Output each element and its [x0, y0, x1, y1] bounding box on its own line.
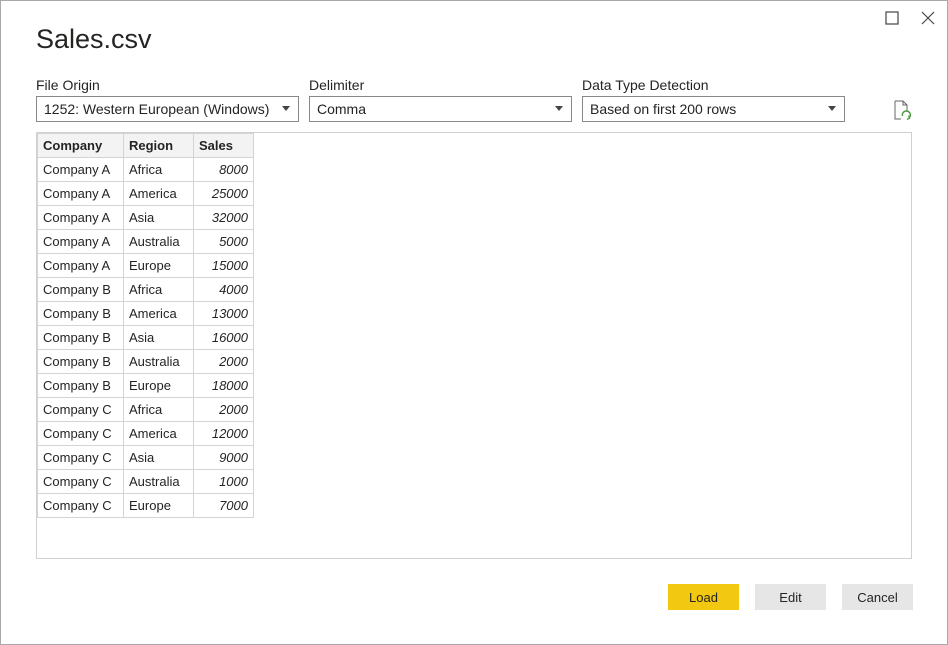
cell-sales: 32000	[193, 205, 254, 230]
delimiter-label: Delimiter	[309, 77, 365, 93]
table-row: Company C Africa 2000	[37, 397, 254, 422]
cell-sales: 2000	[193, 349, 254, 374]
cell-company: Company B	[37, 277, 124, 302]
chevron-down-icon	[282, 106, 290, 111]
cell-company: Company B	[37, 373, 124, 398]
table-row: Company A Europe 15000	[37, 253, 254, 278]
delimiter-value: Comma	[317, 101, 367, 117]
cell-company: Company C	[37, 445, 124, 470]
cell-region: Africa	[123, 157, 194, 182]
cell-region: Australia	[123, 349, 194, 374]
cell-company: Company B	[37, 349, 124, 374]
cancel-button[interactable]: Cancel	[842, 584, 913, 610]
cell-sales: 12000	[193, 421, 254, 446]
cell-region: Asia	[123, 445, 194, 470]
cell-region: Europe	[123, 373, 194, 398]
table-row: Company B Asia 16000	[37, 325, 254, 350]
table-row: Company C Asia 9000	[37, 445, 254, 470]
cell-sales: 16000	[193, 325, 254, 350]
chevron-down-icon	[828, 106, 836, 111]
table-row: Company A Africa 8000	[37, 157, 254, 182]
refresh-icon[interactable]	[892, 99, 912, 121]
cell-company: Company B	[37, 325, 124, 350]
cell-sales: 25000	[193, 181, 254, 206]
cell-sales: 9000	[193, 445, 254, 470]
table-row: Company B Europe 18000	[37, 373, 254, 398]
table-row: Company B Australia 2000	[37, 349, 254, 374]
cell-region: Africa	[123, 277, 194, 302]
cell-company: Company A	[37, 181, 124, 206]
data-preview-table: Company Region Sales Company A Africa 8000…	[37, 133, 254, 518]
table-row: Company A Asia 32000	[37, 205, 254, 230]
maximize-icon[interactable]	[882, 8, 902, 28]
cell-region: Europe	[123, 253, 194, 278]
cell-company: Company C	[37, 469, 124, 494]
load-button[interactable]: Load	[668, 584, 739, 610]
table-row: Company C Europe 7000	[37, 493, 254, 518]
cell-region: America	[123, 181, 194, 206]
cell-sales: 5000	[193, 229, 254, 254]
cell-company: Company C	[37, 493, 124, 518]
cell-sales: 18000	[193, 373, 254, 398]
chevron-down-icon	[555, 106, 563, 111]
cell-company: Company A	[37, 157, 124, 182]
cell-region: America	[123, 301, 194, 326]
table-row: Company B Africa 4000	[37, 277, 254, 302]
cell-region: Asia	[123, 325, 194, 350]
column-header-sales: Sales	[193, 133, 254, 158]
cell-region: Australia	[123, 469, 194, 494]
cell-sales: 7000	[193, 493, 254, 518]
cell-company: Company C	[37, 397, 124, 422]
cell-company: Company A	[37, 229, 124, 254]
file-origin-label: File Origin	[36, 77, 100, 93]
table-row: Company C Australia 1000	[37, 469, 254, 494]
close-icon[interactable]	[918, 8, 938, 28]
cell-company: Company B	[37, 301, 124, 326]
cell-region: America	[123, 421, 194, 446]
table-row: Company B America 13000	[37, 301, 254, 326]
cell-company: Company A	[37, 205, 124, 230]
cell-company: Company C	[37, 421, 124, 446]
cell-sales: 2000	[193, 397, 254, 422]
column-header-company: Company	[37, 133, 124, 158]
cell-sales: 1000	[193, 469, 254, 494]
cell-region: Australia	[123, 229, 194, 254]
type-detection-label: Data Type Detection	[582, 77, 709, 93]
table-row: Company C America 12000	[37, 421, 254, 446]
cell-region: Africa	[123, 397, 194, 422]
cell-region: Asia	[123, 205, 194, 230]
type-detection-value: Based on first 200 rows	[590, 101, 737, 117]
edit-button[interactable]: Edit	[755, 584, 826, 610]
table-row: Company A Australia 5000	[37, 229, 254, 254]
dialog-title: Sales.csv	[36, 24, 152, 54]
cell-region: Europe	[123, 493, 194, 518]
column-header-region: Region	[123, 133, 194, 158]
delimiter-dropdown[interactable]: Comma	[309, 96, 572, 122]
cell-sales: 15000	[193, 253, 254, 278]
file-origin-dropdown[interactable]: 1252: Western European (Windows)	[36, 96, 299, 122]
table-row: Company A America 25000	[37, 181, 254, 206]
file-origin-value: 1252: Western European (Windows)	[44, 101, 270, 117]
cell-sales: 13000	[193, 301, 254, 326]
type-detection-dropdown[interactable]: Based on first 200 rows	[582, 96, 845, 122]
cell-sales: 8000	[193, 157, 254, 182]
data-preview-pane: Company Region Sales Company A Africa 8000…	[36, 132, 912, 559]
cell-company: Company A	[37, 253, 124, 278]
cell-sales: 4000	[193, 277, 254, 302]
table-header-row: Company Region Sales	[37, 133, 254, 158]
